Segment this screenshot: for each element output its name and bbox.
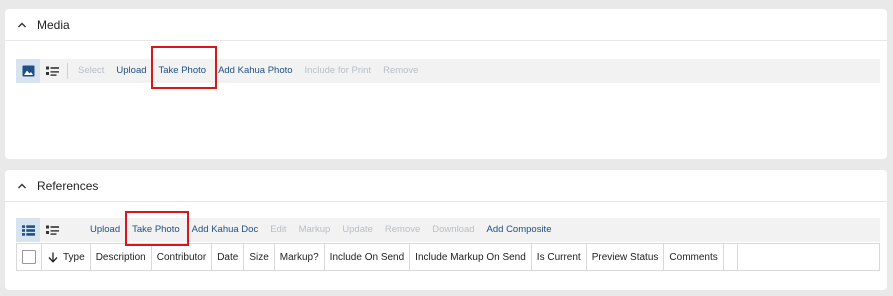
references-table-header: Type Description Contributor Date Size Marku… <box>16 243 880 271</box>
preview-status-column-header[interactable]: Preview Status <box>587 244 665 270</box>
grid-list-icon <box>21 224 35 236</box>
list-view-icon <box>45 225 59 235</box>
references-title: References <box>37 178 99 193</box>
references-add-composite-button[interactable]: Add Composite <box>481 218 558 242</box>
references-remove-button: Remove <box>384 224 421 235</box>
references-panel-header[interactable]: References <box>5 170 887 202</box>
list-view-button[interactable] <box>40 59 64 83</box>
highlight-box <box>125 211 189 246</box>
media-remove-button: Remove <box>383 65 419 76</box>
column-label: Type <box>63 251 85 263</box>
description-column-header[interactable]: Description <box>91 244 152 270</box>
highlight-box <box>151 46 217 89</box>
media-upload-button[interactable]: Upload <box>110 59 152 83</box>
references-markup-button: Markup <box>298 224 331 235</box>
list-view-button[interactable] <box>40 218 64 242</box>
media-panel-header[interactable]: Media <box>5 9 887 41</box>
references-edit-button: Edit <box>270 224 287 235</box>
size-column-header[interactable]: Size <box>244 244 275 270</box>
image-view-icon <box>22 65 34 77</box>
select-all-cell <box>17 244 42 270</box>
references-upload-button[interactable]: Upload <box>84 218 126 242</box>
image-view-button[interactable] <box>16 59 40 83</box>
comments-column-header[interactable]: Comments <box>664 244 724 270</box>
include-on-send-column-header[interactable]: Include On Send <box>325 244 411 270</box>
references-add-kahua-doc-button[interactable]: Add Kahua Doc <box>186 218 265 242</box>
media-include-for-print-button: Include for Print <box>304 65 372 76</box>
select-all-checkbox[interactable] <box>22 250 36 264</box>
chevron-up-icon[interactable] <box>15 179 29 193</box>
references-update-button: Update <box>342 224 373 235</box>
media-panel: Media Select Upload Take Photo Add Kahua Ph… <box>5 9 887 159</box>
column-filler <box>724 244 738 270</box>
media-select-button: Select <box>78 65 105 76</box>
sort-arrow-down-icon <box>48 252 58 263</box>
media-actions: Select Upload Take Photo Add Kahua Photo Inc… <box>72 59 424 83</box>
contributor-column-header[interactable]: Contributor <box>152 244 213 270</box>
list-view-icon <box>45 66 59 76</box>
is-current-column-header[interactable]: Is Current <box>532 244 587 270</box>
media-add-kahua-photo-button[interactable]: Add Kahua Photo <box>212 59 298 83</box>
type-column-header[interactable]: Type <box>42 244 91 270</box>
chevron-up-icon[interactable] <box>15 18 29 32</box>
grid-list-view-button[interactable] <box>16 218 40 242</box>
date-column-header[interactable]: Date <box>212 244 245 270</box>
media-toolbar: Select Upload Take Photo Add Kahua Photo Inc… <box>16 59 880 83</box>
markup-column-header[interactable]: Markup? <box>275 244 325 270</box>
references-download-button: Download <box>432 224 475 235</box>
toolbar-separator <box>67 63 68 79</box>
media-title: Media <box>37 17 70 32</box>
include-markup-on-send-column-header[interactable]: Include Markup On Send <box>410 244 532 270</box>
column-headers: Description Contributor Date Size Markup? Inc… <box>91 244 738 270</box>
